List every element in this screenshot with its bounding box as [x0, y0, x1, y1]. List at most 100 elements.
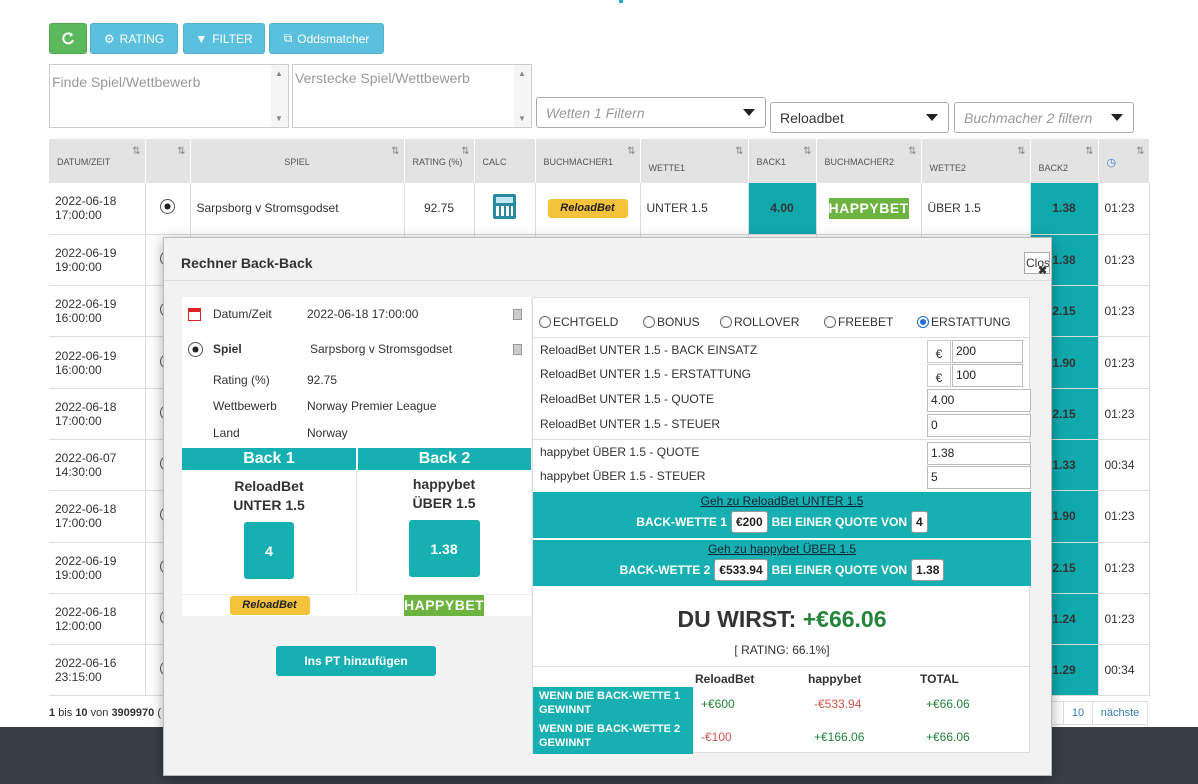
back1-header: Back 1 — [182, 448, 356, 470]
time-cell: 01:23 — [1098, 285, 1150, 338]
textarea-scrollbar[interactable] — [514, 65, 531, 127]
col-header-back1[interactable]: BACK1 ⇅ — [748, 139, 817, 183]
info-row-competition: Wettbewerb Norway Premier League — [182, 393, 531, 419]
row-time: 17:00:00 — [55, 413, 102, 428]
datetime-cell: 2022-06-19 16:00:00 — [49, 285, 146, 338]
bet2-mid-text: BEI EINER QUOTE VON — [771, 563, 908, 577]
sort-icon: ⇅ — [1017, 146, 1026, 157]
col-header-back2[interactable]: BACK2 ⇅ — [1030, 139, 1099, 183]
back-stake-input[interactable]: 200 — [952, 340, 1023, 363]
bookmaker2-select[interactable]: Buchmacher 2 filtern — [954, 102, 1134, 133]
oddsmatcher-button[interactable]: ⧉ Oddsmatcher — [269, 23, 384, 54]
bet2-bookmaker-link[interactable]: Geh zu happybet ÜBER 1.5 — [533, 542, 1031, 556]
radio-bonus[interactable]: BONUS — [643, 315, 720, 329]
col-header-bookmaker1[interactable]: BUCHMACHER1 ⇅ — [535, 139, 641, 183]
col-header-bet1[interactable]: WETTE1 ⇅ — [640, 139, 749, 183]
row-time-left: 00:34 — [1104, 663, 1135, 678]
radio-circle-selected[interactable] — [917, 316, 929, 328]
find-game-textarea[interactable]: Finde Spiel/Wettbewerb — [49, 64, 289, 128]
row-back2: 1.38 — [1052, 201, 1076, 216]
field-label: ReloadBet UNTER 1.5 - ERSTATTUNG — [540, 367, 751, 381]
sort-icon: ⇅ — [1085, 146, 1094, 157]
back2-odds: 1.38 — [408, 520, 480, 577]
info-row-rating: Rating (%) 92.75 — [182, 367, 531, 393]
back1-logo-cell: ReloadBet — [182, 594, 357, 616]
modal-title: Rechner Back-Back — [181, 255, 313, 271]
oddsmatcher-button-label: Oddsmatcher — [297, 31, 370, 46]
radio-erstattung[interactable]: ERSTATTUNG — [917, 315, 1011, 329]
result-row-label: WENN DIE BACK-WETTE 1 GEWINNT — [533, 687, 693, 721]
col-header-game[interactable]: SPIEL ⇅ — [190, 139, 405, 183]
field-odds2: happybet ÜBER 1.5 - QUOTE 1.38 — [533, 439, 1031, 465]
row-time-left: 01:23 — [1104, 201, 1135, 216]
col-header-time[interactable]: ◷ ⇅ — [1098, 139, 1150, 183]
country-value: Norway — [307, 426, 348, 440]
bookmaker2-cell: HAPPYBET — [816, 183, 922, 235]
rating-cell: 92.75 — [404, 183, 475, 235]
refund-input[interactable]: 100 — [952, 364, 1023, 387]
bet2-instruction-bar: Geh zu happybet ÜBER 1.5 BACK-WETTE 2 €5… — [533, 540, 1031, 586]
row-back2: 2.15 — [1052, 304, 1076, 319]
soccer-ball-icon — [160, 199, 175, 215]
sort-icon: ⇅ — [177, 146, 186, 157]
col-header-datetime[interactable]: DATUM/ZEIT ⇅ — [49, 139, 146, 183]
page-link-10[interactable]: 10 — [1063, 701, 1093, 725]
close-icon[interactable]: ✖ — [1038, 264, 1047, 277]
result-row1-bm1: +€600 — [701, 697, 735, 711]
row-time: 16:00:00 — [55, 362, 102, 377]
radio-freebet[interactable]: FREEBET — [824, 315, 917, 329]
filter-button[interactable]: ▼ FILTER — [183, 23, 265, 54]
copy-icon[interactable] — [513, 308, 522, 320]
happybet-logo: HAPPYBET — [828, 197, 909, 219]
calculator-icon[interactable] — [493, 194, 516, 220]
field-refund: ReloadBet UNTER 1.5 - ERSTATTUNG € 100 — [533, 362, 1031, 387]
hide-game-textarea[interactable]: Verstecke Spiel/Wettbewerb — [292, 64, 532, 128]
row-time: 23:15:00 — [55, 670, 102, 685]
radio-circle[interactable] — [643, 316, 655, 328]
result-row2-bm2: +€166.06 — [814, 730, 865, 744]
radio-echtgeld[interactable]: ECHTGELD — [539, 315, 643, 329]
clock-icon: ◷ — [1106, 156, 1117, 169]
next-page-link[interactable]: nächste — [1092, 701, 1148, 725]
row-time: 17:00:00 — [55, 208, 102, 223]
tax1-input[interactable]: 0 — [927, 414, 1031, 437]
bet1-mid-text: BEI EINER QUOTE VON — [771, 515, 908, 529]
calendar-icon — [188, 307, 201, 321]
rating-button[interactable]: ⚙ RATING — [90, 23, 178, 54]
row-date: 2022-06-19 — [55, 348, 117, 363]
bet1-bookmaker-link[interactable]: Geh zu ReloadBet UNTER 1.5 — [533, 494, 1031, 508]
result-header-bm2: happybet — [808, 672, 862, 686]
calc-cell[interactable] — [474, 183, 536, 235]
col-header-bookmaker2[interactable]: BUCHMACHER2 ⇅ — [816, 139, 922, 183]
radio-rollover[interactable]: ROLLOVER — [720, 315, 824, 329]
table-row[interactable]: 2022-06-18 17:00:00 Sarpsborg v Stromsgods… — [49, 183, 1150, 235]
row-rating: 92.75 — [423, 201, 455, 216]
row-back1: 4.00 — [770, 201, 794, 216]
radio-circle[interactable] — [824, 316, 836, 328]
time-cell: 01:23 — [1098, 593, 1150, 646]
copy-icon[interactable] — [513, 343, 522, 355]
row-back2: 1.33 — [1052, 458, 1076, 473]
tax2-input[interactable]: 5 — [927, 466, 1031, 489]
bookmaker2-placeholder: Buchmacher 2 filtern — [964, 109, 1093, 126]
textarea-scrollbar[interactable] — [271, 65, 288, 127]
bets1-filter-select[interactable]: Wetten 1 Filtern — [536, 97, 766, 128]
refresh-button[interactable] — [49, 23, 87, 54]
col-header-sport[interactable]: ⇅ — [145, 139, 191, 183]
add-to-pt-button[interactable]: Ins PT hinzufügen — [276, 646, 436, 676]
back1-bookmaker: ReloadBet — [234, 478, 304, 494]
col-header-bet2[interactable]: WETTE2 ⇅ — [921, 139, 1031, 183]
odds2-input[interactable]: 1.38 — [927, 442, 1031, 465]
back1-cell: 4.00 — [748, 183, 817, 235]
datetime-cell: 2022-06-19 16:00:00 — [49, 336, 146, 389]
refresh-icon — [62, 31, 74, 44]
odds1-input[interactable]: 4.00 — [927, 389, 1031, 412]
col-header-rating[interactable]: RATING (%) ⇅ — [404, 139, 475, 183]
bet2-odds-badge: 1.38 — [911, 559, 945, 581]
bookmaker1-select[interactable]: Reloadbet — [770, 102, 949, 133]
row-time-left: 01:23 — [1104, 355, 1135, 370]
radio-circle[interactable] — [720, 316, 732, 328]
result-label: DU WIRST: — [677, 606, 797, 632]
soccer-ball-icon — [188, 341, 203, 357]
radio-circle[interactable] — [539, 316, 551, 328]
